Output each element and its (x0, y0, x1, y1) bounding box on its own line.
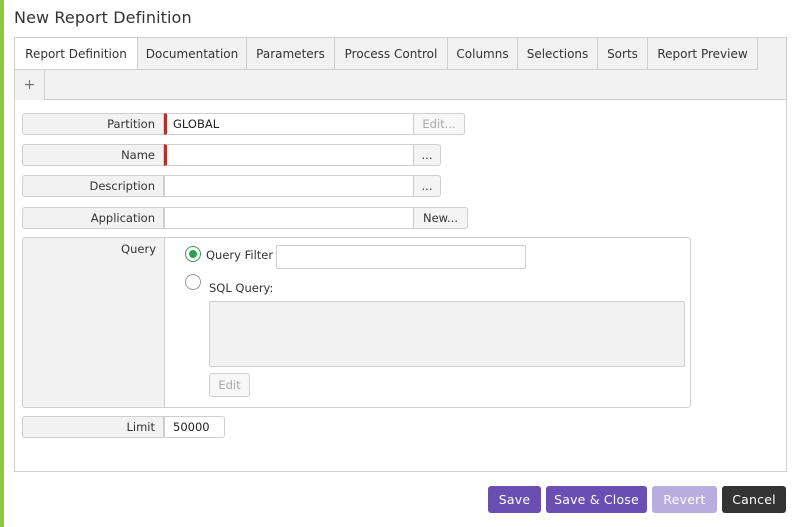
sql-query-textarea[interactable] (209, 301, 685, 367)
query-filter-input[interactable] (276, 245, 526, 269)
query-label: Query (23, 238, 165, 407)
partition-edit-button[interactable]: Edit... (413, 113, 465, 135)
add-tab-button[interactable]: + (15, 70, 45, 100)
partition-field[interactable]: GLOBAL (164, 113, 414, 135)
description-browse-button[interactable]: ... (413, 175, 441, 197)
query-edit-button[interactable]: Edit (209, 373, 250, 397)
application-label: Application (22, 207, 164, 229)
description-label: Description (22, 175, 164, 197)
query-filter-label: Query Filter (206, 248, 274, 262)
tab-parameters[interactable]: Parameters (247, 38, 335, 70)
limit-label: Limit (22, 416, 164, 438)
tab-documentation[interactable]: Documentation (138, 38, 247, 70)
tab-bar: Report Definition Documentation Paramete… (15, 38, 786, 100)
save-and-close-button[interactable]: Save & Close (546, 486, 647, 513)
left-accent-bar (0, 0, 4, 527)
tab-sorts[interactable]: Sorts (598, 38, 648, 70)
tab-report-definition[interactable]: Report Definition (15, 38, 138, 70)
query-section: Query Query Filter SQL Query: Edit (22, 237, 691, 408)
limit-field[interactable]: 50000 (164, 416, 225, 438)
sql-query-radio[interactable] (185, 274, 201, 290)
tab-columns[interactable]: Columns (448, 38, 518, 70)
revert-button[interactable]: Revert (652, 486, 717, 513)
partition-label: Partition (22, 113, 164, 135)
tab-selections[interactable]: Selections (518, 38, 598, 70)
dialog-title: New Report Definition (14, 8, 192, 27)
query-filter-radio[interactable] (185, 246, 201, 262)
application-new-button[interactable]: New... (413, 207, 468, 229)
report-definition-panel: Report Definition Documentation Paramete… (14, 37, 787, 472)
cancel-button[interactable]: Cancel (722, 486, 786, 513)
tab-process-control[interactable]: Process Control (335, 38, 448, 70)
tab-report-preview[interactable]: Report Preview (648, 38, 758, 70)
sql-query-label: SQL Query: (209, 281, 274, 295)
name-label: Name (22, 144, 164, 166)
description-field[interactable] (164, 175, 414, 197)
application-field[interactable] (164, 207, 414, 229)
name-field[interactable] (164, 144, 414, 166)
save-button[interactable]: Save (488, 486, 541, 513)
name-browse-button[interactable]: ... (413, 144, 441, 166)
